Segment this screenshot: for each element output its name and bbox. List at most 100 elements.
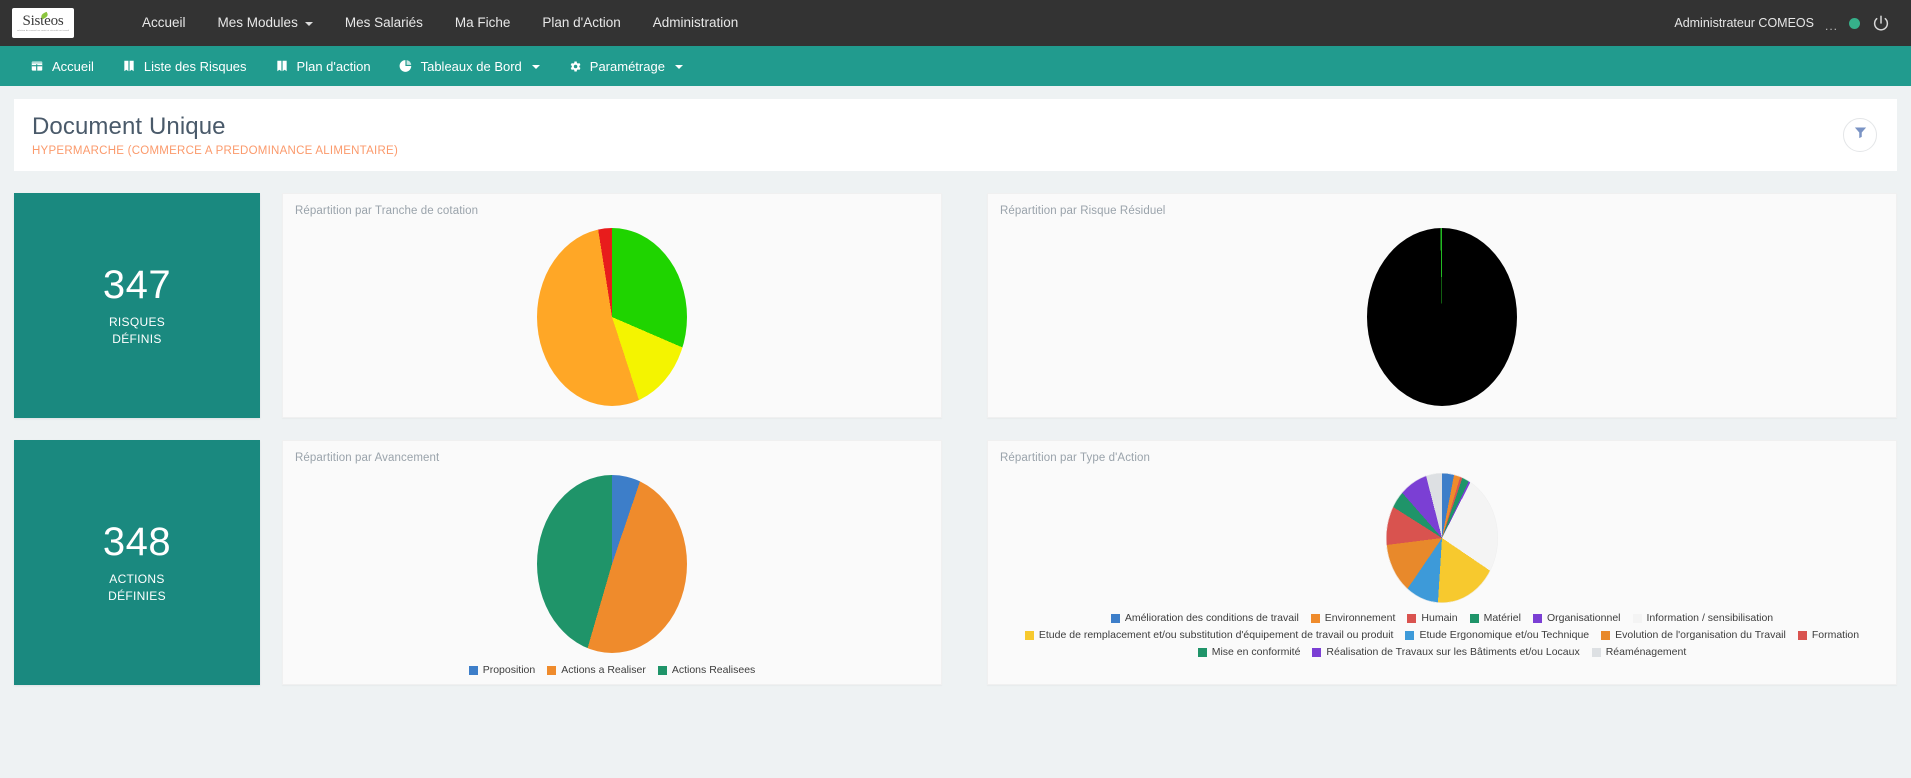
subnav-item-accueil[interactable]: Accueil [16,46,108,86]
power-icon[interactable] [1871,13,1891,33]
kpi-value: 347 [102,263,172,307]
nav-item-ma-fiche[interactable]: Ma Fiche [439,0,527,46]
chart-area: 0-6 7-12 13-19 20-25 [283,222,941,417]
pie-chart-risque-residuel[interactable] [1367,228,1517,406]
subnav-item-plan-daction[interactable]: Plan d'action [261,46,385,86]
kpi-card-actions: 348 ACTIONS DÉFINIES [14,440,260,685]
nav-item-mes-modules[interactable]: Mes Modules [202,0,329,46]
legend-item[interactable]: Formation [1797,628,1859,642]
kpi-label-line2: DÉFINIES [108,589,166,603]
nav-item-administration[interactable]: Administration [637,0,755,46]
nav-label: Mes Salariés [344,15,423,30]
legend-item[interactable]: Réaménagement [1591,645,1687,659]
subnav-label: Liste des Risques [143,58,247,74]
chevron-down-icon [531,65,540,69]
page-subtitle: HYPERMARCHE (COMMERCE A PREDOMINANCE ALI… [32,145,399,157]
chart-legend: 0-6 7-12 13-19 20-25 [283,416,941,417]
chart-area: Amélioration des conditions de travail En… [988,469,1896,684]
subnav-item-liste-des-risques[interactable]: Liste des Risques [108,46,261,86]
legend-item[interactable]: Réalisation de Travaux sur les Bâtiments… [1312,645,1580,659]
pie-chart-icon [399,59,413,73]
legend-swatch [1312,647,1322,657]
chart-legend: Amélioration des conditions de travail En… [988,611,1896,659]
subnav-label: Plan d'action [296,58,371,74]
legend-item[interactable]: Etude Ergonomique et/ou Technique [1405,628,1589,642]
nav-item-mes-salaries[interactable]: Mes Salariés [329,0,439,46]
pie-chart-type-action[interactable] [1386,473,1498,603]
legend-swatch [468,665,478,675]
current-user-name[interactable]: Administrateur COMEOS [1674,16,1814,30]
legend-label: Evolution de l'organisation du Travail [1615,629,1786,641]
subnav-item-parametrage[interactable]: Paramétrage [554,46,697,86]
legend-item[interactable]: N/A [1388,416,1420,417]
legend-item[interactable]: 0-6 [521,416,550,417]
nav-item-plan-daction[interactable]: Plan d'Action [526,0,636,46]
legend-label: Mise en conformité [1211,646,1301,658]
legend-swatch [547,665,557,675]
legend-item[interactable]: En Hausse [1431,416,1496,417]
kpi-label: RISQUES DÉFINIS [109,314,165,348]
legend-label: Etude de remplacement et/ou substitution… [1038,629,1394,641]
legend-item[interactable]: Etude de remplacement et/ou substitution… [1024,628,1394,642]
subnav-item-tableaux-de-bord[interactable]: Tableaux de Bord [385,46,554,86]
pie-chart-tranche-cotation[interactable] [537,228,687,406]
legend-item[interactable]: Actions a Realiser [547,663,646,677]
kpi-label-line2: DÉFINIS [112,332,162,346]
logo-tagline: solution de conseil en santé et sécurité… [16,30,70,32]
legend-swatch [1110,613,1120,623]
legend-item[interactable]: Mise en conformité [1197,645,1301,659]
legend-label: Actions Realisees [671,664,756,676]
nav-label: Plan d'Action [542,15,621,30]
legend-item[interactable]: 20-25 [662,416,703,417]
chevron-down-icon [674,65,683,69]
legend-item[interactable]: Organisationnel [1532,611,1621,625]
legend-swatch [1532,613,1542,623]
legend-item[interactable]: Information / sensibilisation [1632,611,1773,625]
pie-chart-avancement[interactable] [537,475,687,653]
legend-item[interactable]: Environnement [1310,611,1395,625]
book-icon [275,59,289,73]
legend-item[interactable]: Proposition [468,663,535,677]
legend-item[interactable]: Evolution de l'organisation du Travail [1601,628,1786,642]
legend-label: Humain [1421,612,1458,624]
sisteos-logo[interactable]: Sisteos solution de conseil en santé et … [12,8,74,38]
legend-label: Réaménagement [1605,646,1687,658]
chart-title: Répartition par Type d'Action [1000,452,1150,464]
kpi-card-risques: 347 RISQUES DÉFINIS [14,193,260,418]
chart-card-risque-residuel: Répartition par Risque Résiduel N/A En Ha… [987,193,1897,418]
subnav-label: Tableaux de Bord [420,58,522,74]
dashboard-grid: 347 RISQUES DÉFINIS Répartition par Tran… [0,171,1911,685]
legend-item[interactable]: Amélioration des conditions de travail [1110,611,1299,625]
kpi-label: ACTIONS DÉFINIES [108,571,166,605]
chevron-down-icon [304,22,313,26]
nav-label: Administration [652,15,739,30]
nav-label: Ma Fiche [454,15,511,30]
legend-item[interactable]: 13-19 [609,416,650,417]
kpi-label-line1: RISQUES [108,315,166,329]
gear-icon [568,59,582,73]
user-menu-ellipsis[interactable]: ... [1825,19,1838,33]
legend-swatch [1024,630,1034,640]
legend-item[interactable]: Actions Realisees [657,663,756,677]
legend-label: Organisationnel [1546,612,1621,624]
online-status-dot [1849,17,1860,29]
legend-label: En Hausse [1445,416,1496,417]
legend-item[interactable]: Matériel [1469,611,1521,625]
legend-swatch [1591,647,1601,657]
legend-swatch [657,665,667,675]
kpi-value: 348 [102,520,172,564]
legend-label: 7-12 [576,416,597,417]
home-icon [30,59,44,73]
subnav-label: Accueil [52,58,94,74]
legend-swatch [1405,630,1415,640]
legend-swatch [1601,630,1611,640]
legend-swatch [1469,613,1479,623]
legend-item[interactable]: Humain [1407,611,1458,625]
legend-swatch [1632,613,1642,623]
nav-label: Mes Modules [217,15,298,30]
topbar-right-cluster: Administrateur COMEOS ... [1674,13,1897,33]
legend-item[interactable]: 7-12 [562,416,597,417]
chart-legend: N/A En Hausse [988,416,1896,417]
filter-button[interactable] [1843,118,1877,152]
nav-item-accueil[interactable]: Accueil [126,0,202,46]
